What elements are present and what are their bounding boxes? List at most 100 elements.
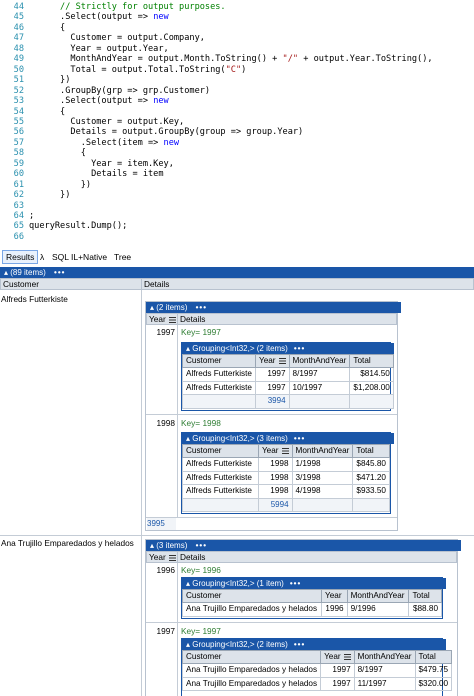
grouping-header[interactable]: ▴ Grouping<Int32,> (2 items) ••• xyxy=(182,343,394,354)
year-sum-cell: 5994 xyxy=(257,497,293,512)
tab-lambda[interactable]: λ xyxy=(37,251,47,263)
code-token: Customer = output.Company, xyxy=(29,33,205,44)
column-header-customer[interactable]: Customer xyxy=(182,589,322,603)
code-editor[interactable]: 44 // Strictly for output purposes. 45 .S… xyxy=(0,0,474,244)
line-number: 55 xyxy=(13,116,24,127)
grouping-header[interactable]: ▴ Grouping<Int32,> (2 items) ••• xyxy=(182,639,446,650)
table-row: Alfreds Futterkiste 1997 8/1997 $814.50 xyxy=(182,367,394,382)
code-text: Total = output.Total.ToString("C") xyxy=(29,65,246,75)
tab-tree[interactable]: Tree xyxy=(111,251,134,263)
grouping-header[interactable]: ▴ Grouping<Int32,> (1 item) ••• xyxy=(182,578,446,589)
code-text: Customer = output.Company, xyxy=(29,33,205,43)
month-year-cell: 3/1998 xyxy=(291,470,354,485)
more-options-icon[interactable]: ••• xyxy=(290,579,301,588)
column-header-year[interactable]: Year xyxy=(146,551,178,563)
grouping-rows-table: Customer Year MonthAndYear Total Alfreds… xyxy=(182,444,390,512)
code-text: .Select(item => new xyxy=(29,138,179,148)
column-header-year[interactable]: Year xyxy=(254,354,290,368)
code-token: Details = item xyxy=(29,169,164,180)
column-header-year[interactable]: Year xyxy=(146,313,178,325)
customer-cell: Alfreds Futterkiste xyxy=(182,484,259,499)
column-header-total[interactable]: Total xyxy=(408,589,442,603)
column-header-details[interactable]: Details xyxy=(141,278,474,290)
total-cell: $814.50 xyxy=(349,367,394,382)
line-number: 59 xyxy=(13,158,24,169)
code-token: Year = item.Key, xyxy=(29,158,174,169)
sort-icon[interactable] xyxy=(278,357,286,364)
year-sum-cell: 3995 xyxy=(147,518,176,530)
column-header-monthandyear[interactable]: MonthAndYear xyxy=(346,589,410,603)
grouping-header[interactable]: ▴ Grouping<Int32,> (3 items) ••• xyxy=(182,433,394,444)
sort-icon[interactable] xyxy=(281,447,289,454)
line-number: 62 xyxy=(13,190,24,201)
code-token: { xyxy=(29,148,86,159)
line-number: 54 xyxy=(13,106,24,117)
column-header-customer[interactable]: Customer xyxy=(182,444,259,458)
code-token: }) xyxy=(29,190,71,201)
table-row: Alfreds Futterkiste 1998 3/1998 $471.20 xyxy=(182,470,390,485)
more-options-icon[interactable]: ••• xyxy=(196,541,207,550)
column-header-customer[interactable]: Customer xyxy=(181,650,322,664)
column-header-monthandyear[interactable]: MonthAndYear xyxy=(291,444,354,458)
group-key: Key= 1998 xyxy=(181,418,221,428)
total-cell: $1,208.00 xyxy=(349,380,394,395)
year-group-header[interactable]: ▴ (3 items) ••• xyxy=(146,540,461,551)
item-count-label: ▴ (2 items) xyxy=(150,303,188,312)
column-header-total[interactable]: Total xyxy=(349,354,394,368)
more-options-icon[interactable]: ••• xyxy=(294,344,305,353)
year-cell: 1997 xyxy=(320,676,355,691)
column-header-year[interactable]: Year xyxy=(321,589,348,603)
code-text: ; xyxy=(29,211,34,221)
year-cell: 1996 xyxy=(321,602,348,617)
sort-icon[interactable] xyxy=(168,554,176,561)
customer-name: Ana Trujillo Emparedados y helados xyxy=(1,538,134,548)
code-text: { xyxy=(29,107,65,117)
customer-cell: Alfreds Futterkiste xyxy=(182,470,259,485)
year-cell: 1998 xyxy=(156,418,175,428)
code-text: }) xyxy=(29,180,91,190)
sort-icon[interactable] xyxy=(168,316,176,323)
month-year-cell: 9/1996 xyxy=(346,602,410,617)
total-cell: $471.20 xyxy=(352,470,390,485)
column-header-year[interactable]: Year xyxy=(257,444,293,458)
more-options-icon[interactable]: ••• xyxy=(196,303,207,312)
column-header-details[interactable]: Details xyxy=(177,313,397,325)
code-token: { xyxy=(29,106,66,117)
line-number: 57 xyxy=(13,137,24,148)
code-token: + output.Year.ToString(), xyxy=(298,54,433,65)
more-options-icon[interactable]: ••• xyxy=(294,434,305,443)
more-options-icon[interactable]: ••• xyxy=(294,640,305,649)
column-header-total[interactable]: Total xyxy=(414,650,453,664)
year-cell: 1997 xyxy=(320,663,355,678)
code-text: // Strictly for output purposes. xyxy=(29,2,226,12)
column-header-details[interactable]: Details xyxy=(177,551,457,563)
customer-name: Alfreds Futterkiste xyxy=(1,294,68,304)
tab-il-native[interactable]: IL+Native xyxy=(68,251,110,263)
code-token: .Select(output => xyxy=(29,96,154,107)
grouping-rows-table: Customer Year MonthAndYear Total Ana Tru… xyxy=(182,589,442,617)
sort-icon[interactable] xyxy=(343,653,351,660)
keyword-token: new xyxy=(153,12,169,23)
line-number: 44 xyxy=(13,2,24,12)
column-header-customer[interactable]: Customer xyxy=(0,278,142,290)
keyword-token: new xyxy=(163,137,180,148)
column-header-monthandyear[interactable]: MonthAndYear xyxy=(353,650,416,664)
code-text: Details = output.GroupBy(group => group.… xyxy=(29,127,303,137)
column-header-total[interactable]: Total xyxy=(352,444,390,458)
column-header-year[interactable]: Year xyxy=(320,650,355,664)
year-group-header[interactable]: ▴ (2 items) ••• xyxy=(146,302,401,313)
code-token: queryResult.Dump(); xyxy=(29,221,128,232)
line-number: 58 xyxy=(13,148,24,159)
column-header-customer[interactable]: Customer xyxy=(182,354,256,368)
code-token: ) xyxy=(241,64,247,75)
total-cell: $479.75 xyxy=(414,663,453,678)
column-header-monthandyear[interactable]: MonthAndYear xyxy=(288,354,351,368)
line-number: 64 xyxy=(13,211,24,221)
results-collapse-header[interactable]: ▴ (89 items) ••• xyxy=(0,267,474,278)
line-number: 53 xyxy=(13,96,24,107)
tab-results[interactable]: Results xyxy=(2,250,39,264)
year-cell: 1997 xyxy=(254,367,290,382)
code-text: Details = item xyxy=(29,169,164,180)
more-options-icon[interactable]: ••• xyxy=(54,268,65,277)
